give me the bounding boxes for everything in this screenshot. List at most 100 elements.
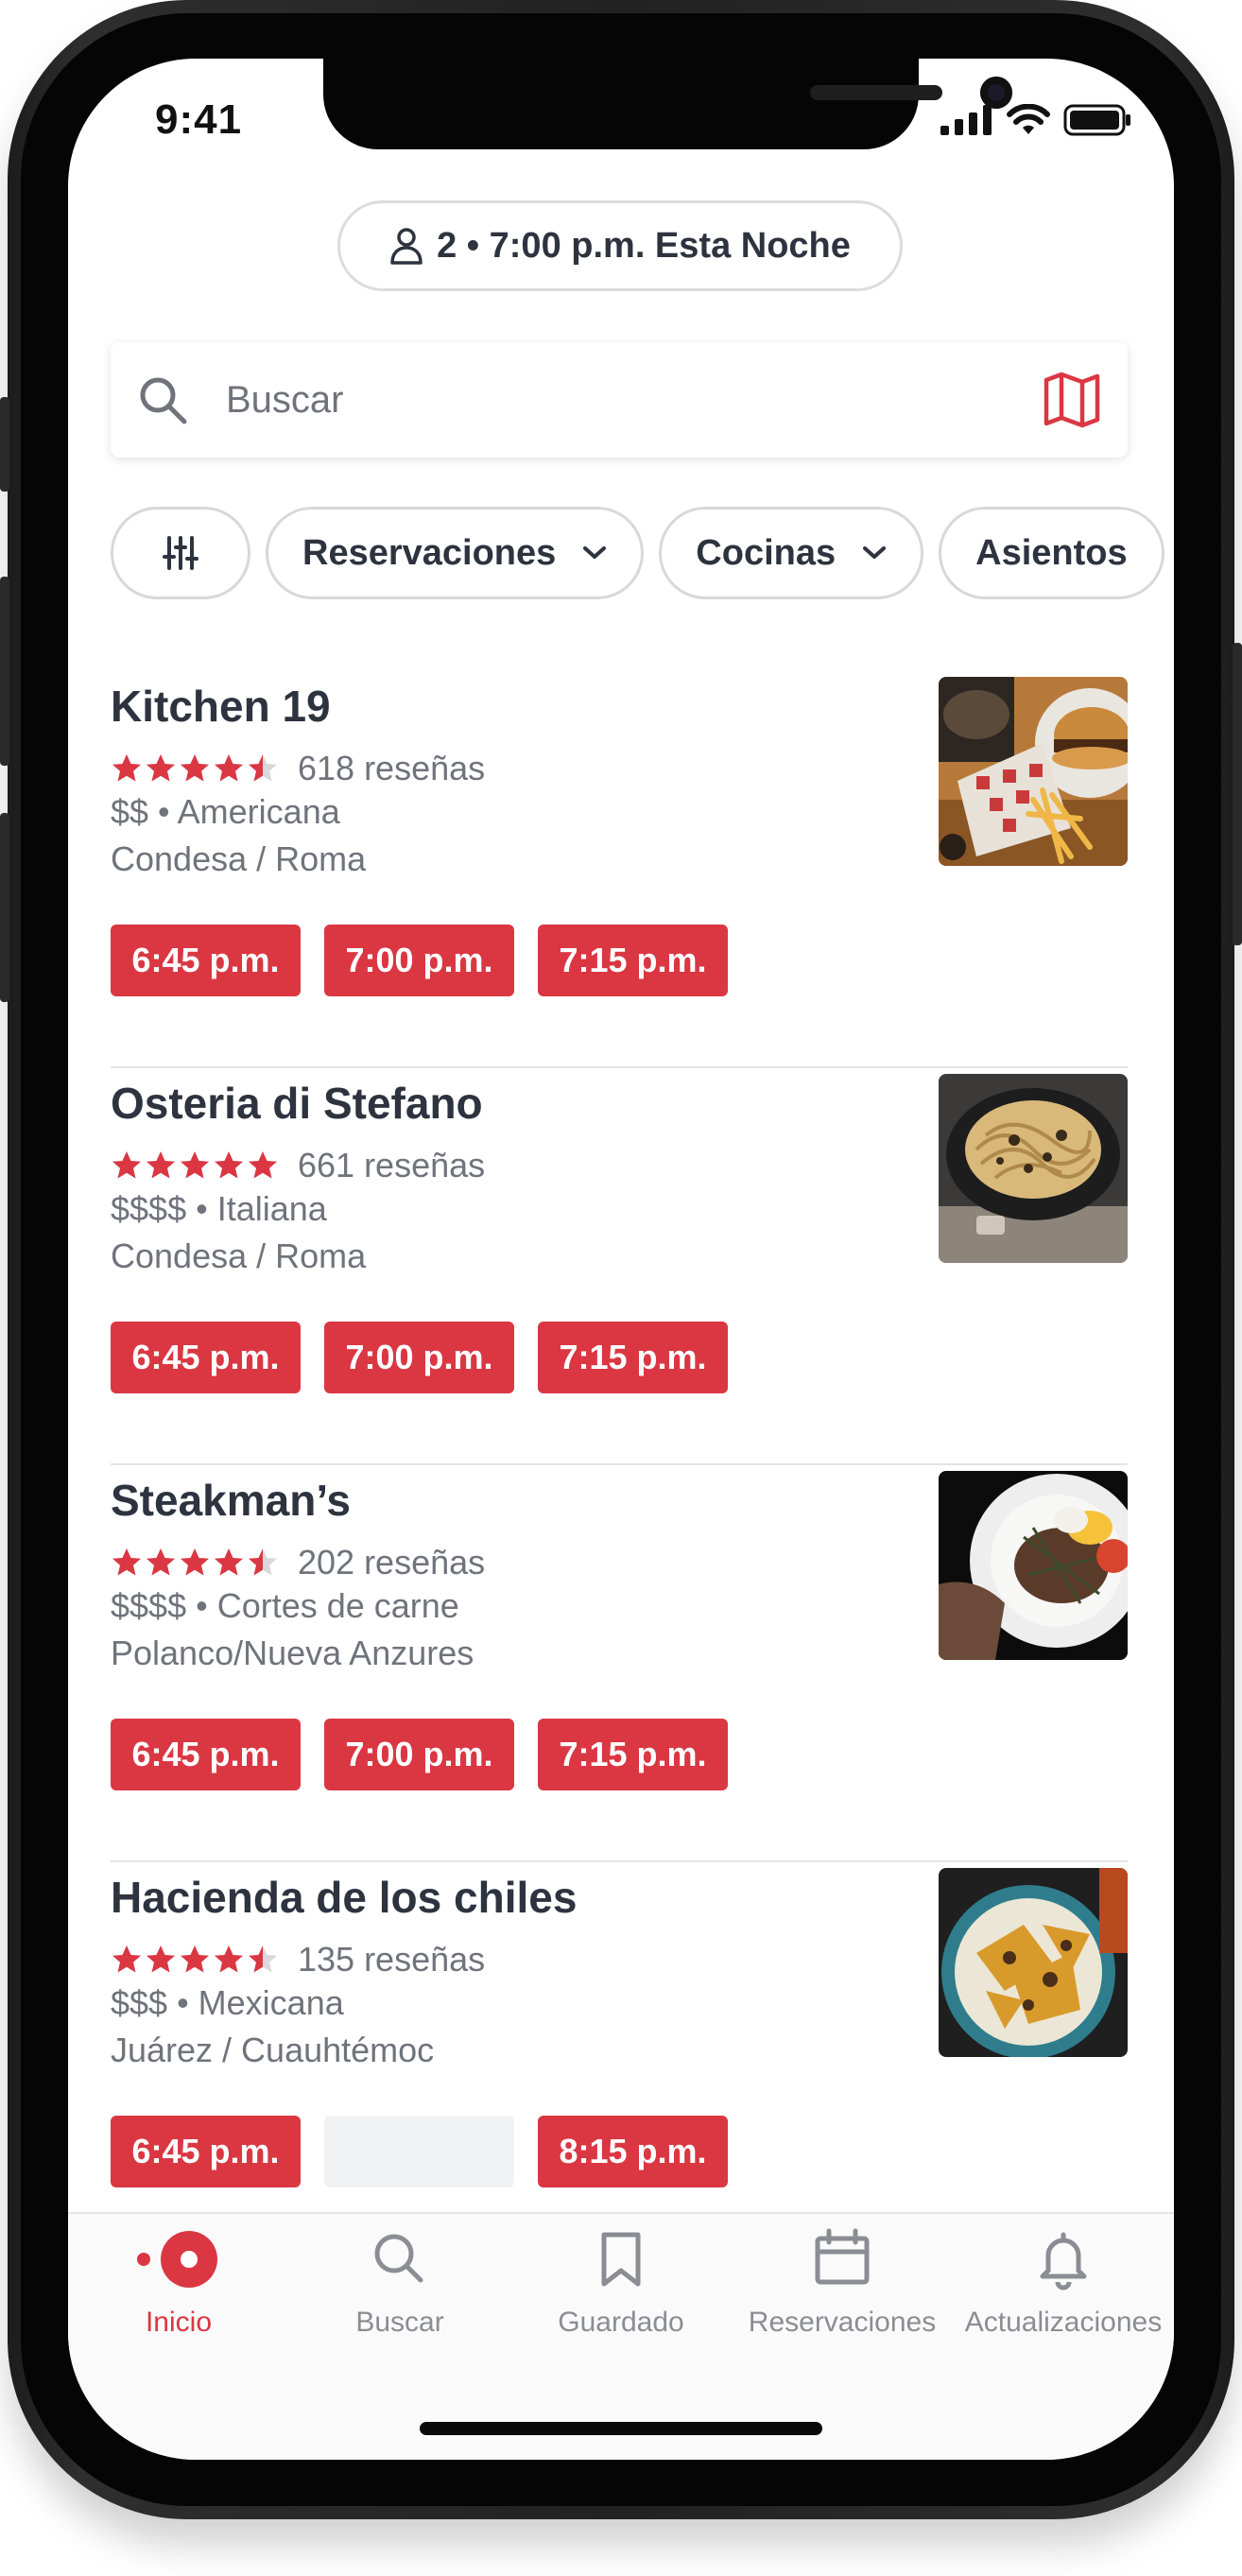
star-icon	[215, 1945, 243, 1973]
time-slot-button[interactable]: 8:15 p.m.	[538, 2116, 728, 2187]
status-time: 9:41	[155, 96, 243, 143]
filter-reservaciones[interactable]: Reservaciones	[266, 507, 645, 599]
restaurant-card[interactable]: Hacienda de los chiles 135 reseñas $$$ •…	[111, 1862, 1128, 2259]
rating-row: 618 reseñas	[111, 749, 485, 788]
restaurant-photo[interactable]	[939, 1868, 1128, 2057]
restaurant-card[interactable]: Kitchen 19 618 reseñas $$ • Americana Co…	[111, 671, 1128, 1068]
filter-cocinas[interactable]: Cocinas	[659, 507, 924, 599]
search-icon	[374, 2234, 423, 2283]
chevron-down-icon	[863, 546, 887, 559]
time-slot-button[interactable]: 7:00 p.m.	[324, 925, 514, 996]
star-icon	[147, 1151, 175, 1179]
filter-label: Reservaciones	[302, 532, 557, 573]
time-slot-button[interactable]: 6:45 p.m.	[111, 2116, 301, 2187]
star-icon	[147, 1945, 175, 1973]
time-slots: 6:45 p.m. 7:00 p.m. 7:15 p.m.	[111, 925, 728, 996]
time-slot-button[interactable]: 7:15 p.m.	[538, 1719, 728, 1790]
wifi-icon	[1007, 104, 1050, 134]
calendar-icon	[815, 2228, 870, 2285]
star-icon	[249, 1151, 277, 1179]
restaurant-name[interactable]: Steakman’s	[111, 1475, 351, 1526]
tab-guardado[interactable]: Guardado	[510, 2225, 732, 2339]
signal-icon	[940, 105, 992, 135]
chilaquiles-photo	[939, 1868, 1128, 2057]
volume-up-button	[0, 577, 9, 766]
neighborhood: Polanco/Nueva Anzures	[111, 1634, 474, 1672]
chevron-down-icon	[583, 546, 607, 559]
restaurant-photo[interactable]	[939, 1074, 1128, 1263]
star-icon	[112, 754, 141, 782]
neighborhood: Juárez / Cuauhtémoc	[111, 2031, 435, 2069]
time-slot-unavailable	[324, 2116, 514, 2187]
party-size-text: 2 • 7:00 p.m. Esta Noche	[437, 225, 851, 266]
star-icon	[181, 754, 209, 782]
search-icon	[140, 377, 187, 424]
star-rating	[111, 1944, 279, 1976]
speaker	[810, 85, 942, 100]
map-icon[interactable]	[1043, 371, 1101, 429]
restaurant-list: Kitchen 19 618 reseñas $$ • Americana Co…	[111, 671, 1128, 2259]
star-rating	[111, 1150, 279, 1182]
status-icons	[940, 104, 1131, 136]
battery-icon	[1063, 104, 1130, 136]
review-count: 135 reseñas	[298, 1940, 486, 1979]
star-icon	[249, 1945, 277, 1973]
search-bar[interactable]	[111, 342, 1128, 458]
tab-inicio[interactable]: Inicio	[68, 2225, 289, 2339]
restaurant-card[interactable]: Steakman’s 202 reseñas $$$$ • Cortes de …	[111, 1465, 1128, 1862]
time-slot-button[interactable]: 7:00 p.m.	[324, 1322, 514, 1393]
tab-label: Buscar	[355, 2307, 444, 2338]
volume-down-button	[0, 813, 9, 1002]
price-cuisine: $$$$ • Italiana	[111, 1189, 327, 1228]
time-slots: 6:45 p.m. 8:15 p.m.	[111, 2116, 728, 2187]
star-icon	[249, 1548, 277, 1576]
time-slot-button[interactable]: 6:45 p.m.	[111, 925, 301, 996]
time-slot-button[interactable]: 7:00 p.m.	[324, 1719, 514, 1790]
restaurant-name[interactable]: Hacienda de los chiles	[111, 1872, 577, 1923]
notch	[323, 59, 1012, 149]
filter-label: Asientos	[975, 532, 1128, 573]
restaurant-photo[interactable]	[939, 1471, 1128, 1660]
review-count: 202 reseñas	[298, 1543, 486, 1582]
restaurant-card[interactable]: Osteria di Stefano 661 reseñas $$$$ • It…	[111, 1068, 1128, 1465]
tab-label: Guardado	[558, 2307, 684, 2338]
star-icon	[147, 754, 175, 782]
time-slot-button[interactable]: 7:15 p.m.	[538, 925, 728, 996]
tab-label: Reservaciones	[748, 2307, 937, 2338]
power-button	[1233, 643, 1242, 945]
star-rating	[111, 752, 279, 785]
price-cuisine: $$ • Americana	[111, 792, 340, 831]
filter-settings-button[interactable]	[111, 507, 250, 599]
tab-actualizaciones[interactable]: Actualizaciones	[953, 2225, 1174, 2339]
search-input[interactable]	[224, 377, 1043, 423]
bookmark-icon	[601, 2232, 641, 2287]
time-slot-button[interactable]: 7:15 p.m.	[538, 1322, 728, 1393]
party-size-selector[interactable]: 2 • 7:00 p.m. Esta Noche	[337, 200, 903, 291]
review-count: 661 reseñas	[298, 1146, 486, 1184]
star-icon	[249, 754, 277, 782]
review-count: 618 reseñas	[298, 749, 486, 787]
bell-icon	[1040, 2232, 1087, 2291]
price-cuisine: $$$$ • Cortes de carne	[111, 1586, 459, 1625]
time-slot-button[interactable]: 6:45 p.m.	[111, 1719, 301, 1790]
star-icon	[215, 1151, 243, 1179]
home-indicator[interactable]	[420, 2422, 822, 2435]
star-icon	[215, 754, 243, 782]
sliders-icon	[163, 536, 198, 570]
filter-asientos[interactable]: Asientos	[939, 507, 1164, 599]
neighborhood: Condesa / Roma	[111, 839, 367, 878]
restaurant-name[interactable]: Kitchen 19	[111, 681, 331, 732]
tab-buscar[interactable]: Buscar	[289, 2225, 510, 2339]
tab-label: Inicio	[145, 2307, 213, 2338]
restaurant-photo[interactable]	[939, 677, 1128, 866]
star-icon	[181, 1548, 209, 1576]
rating-row: 661 reseñas	[111, 1146, 485, 1185]
time-slot-button[interactable]: 6:45 p.m.	[111, 1322, 301, 1393]
star-icon	[181, 1151, 209, 1179]
star-icon	[215, 1548, 243, 1576]
pasta-photo	[939, 1074, 1128, 1263]
restaurant-name[interactable]: Osteria di Stefano	[111, 1078, 483, 1129]
star-icon	[147, 1548, 175, 1576]
tab-reservaciones[interactable]: Reservaciones	[732, 2225, 953, 2339]
price-cuisine: $$$ • Mexicana	[111, 1983, 344, 2022]
